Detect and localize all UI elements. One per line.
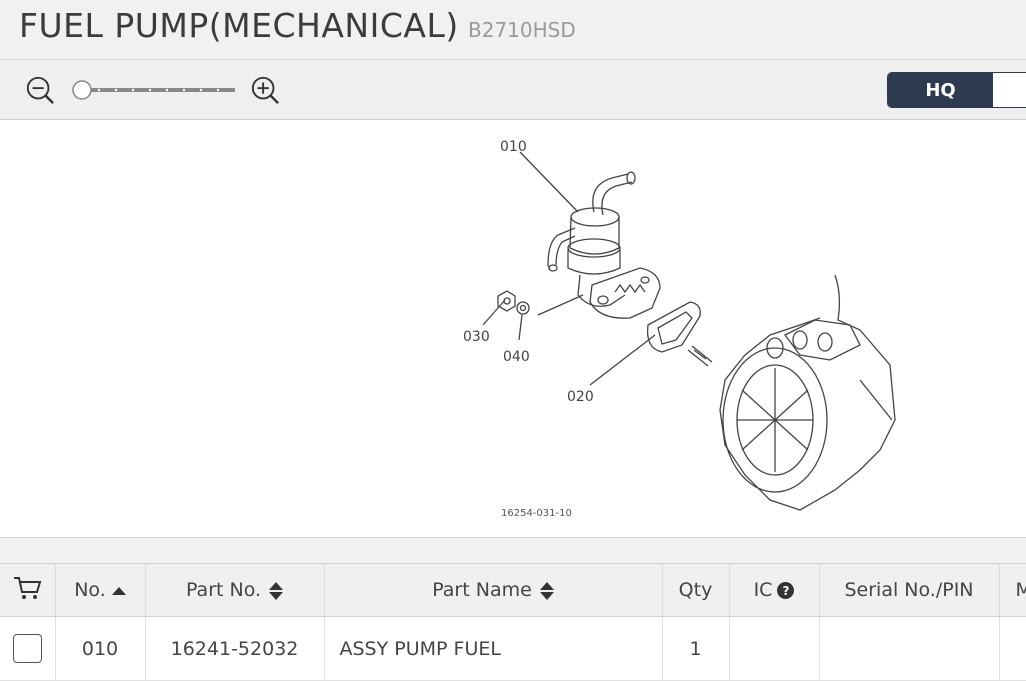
col-part-name[interactable]: Part Name	[324, 563, 663, 617]
callout-040[interactable]: 040	[503, 349, 530, 365]
sort-icon	[269, 581, 284, 600]
standard-quality-button[interactable]	[993, 73, 1026, 107]
sort-asc-icon	[111, 586, 126, 595]
callout-010[interactable]: 010	[500, 139, 527, 155]
col-m: M	[999, 563, 1026, 617]
parts-diagram[interactable]: 010 030 040 020 16254-031-10	[0, 120, 1026, 538]
cell-serial	[819, 616, 1000, 681]
cell-part-no[interactable]: 16241-52032	[145, 616, 325, 681]
model-code: B2710HSD	[468, 18, 576, 42]
col-part-no[interactable]: Part No.	[145, 563, 325, 617]
table-row[interactable]: 010 16241-52032 ASSY PUMP FUEL 1	[0, 616, 1026, 681]
row-checkbox[interactable]	[12, 634, 42, 663]
zoom-in-icon[interactable]	[250, 74, 280, 106]
section-divider	[0, 538, 1026, 563]
callout-020[interactable]: 020	[567, 389, 594, 405]
table-header-row: No. Part No. Part Name Qty IC? Serial No…	[0, 563, 1026, 617]
cell-part-name: ASSY PUMP FUEL	[324, 616, 663, 681]
hq-button[interactable]: HQ	[888, 73, 993, 107]
col-serial: Serial No./PIN	[819, 563, 1000, 617]
parts-table: No. Part No. Part Name Qty IC? Serial No…	[0, 563, 1026, 681]
quality-toggle: HQ	[887, 72, 1026, 108]
cell-qty: 1	[662, 616, 730, 681]
zoom-slider[interactable]	[72, 77, 237, 103]
col-no[interactable]: No.	[55, 563, 146, 617]
col-qty: Qty	[662, 563, 730, 617]
cell-ic	[729, 616, 820, 681]
cell-no: 010	[55, 616, 146, 681]
col-ic: IC?	[729, 563, 820, 617]
cart-icon	[14, 576, 42, 599]
zoom-out-icon[interactable]	[25, 74, 55, 106]
col-cart[interactable]	[0, 563, 56, 617]
zoom-slider-handle	[72, 80, 92, 100]
cell-m	[999, 616, 1026, 681]
question-icon[interactable]: ?	[777, 582, 795, 599]
sort-icon	[539, 581, 554, 600]
page-title: FUEL PUMP(MECHANICAL)	[19, 6, 459, 45]
figure-code: 16254-031-10	[501, 508, 572, 519]
callout-030[interactable]: 030	[463, 329, 490, 345]
page-header: FUEL PUMP(MECHANICAL) B2710HSD	[0, 0, 1026, 60]
